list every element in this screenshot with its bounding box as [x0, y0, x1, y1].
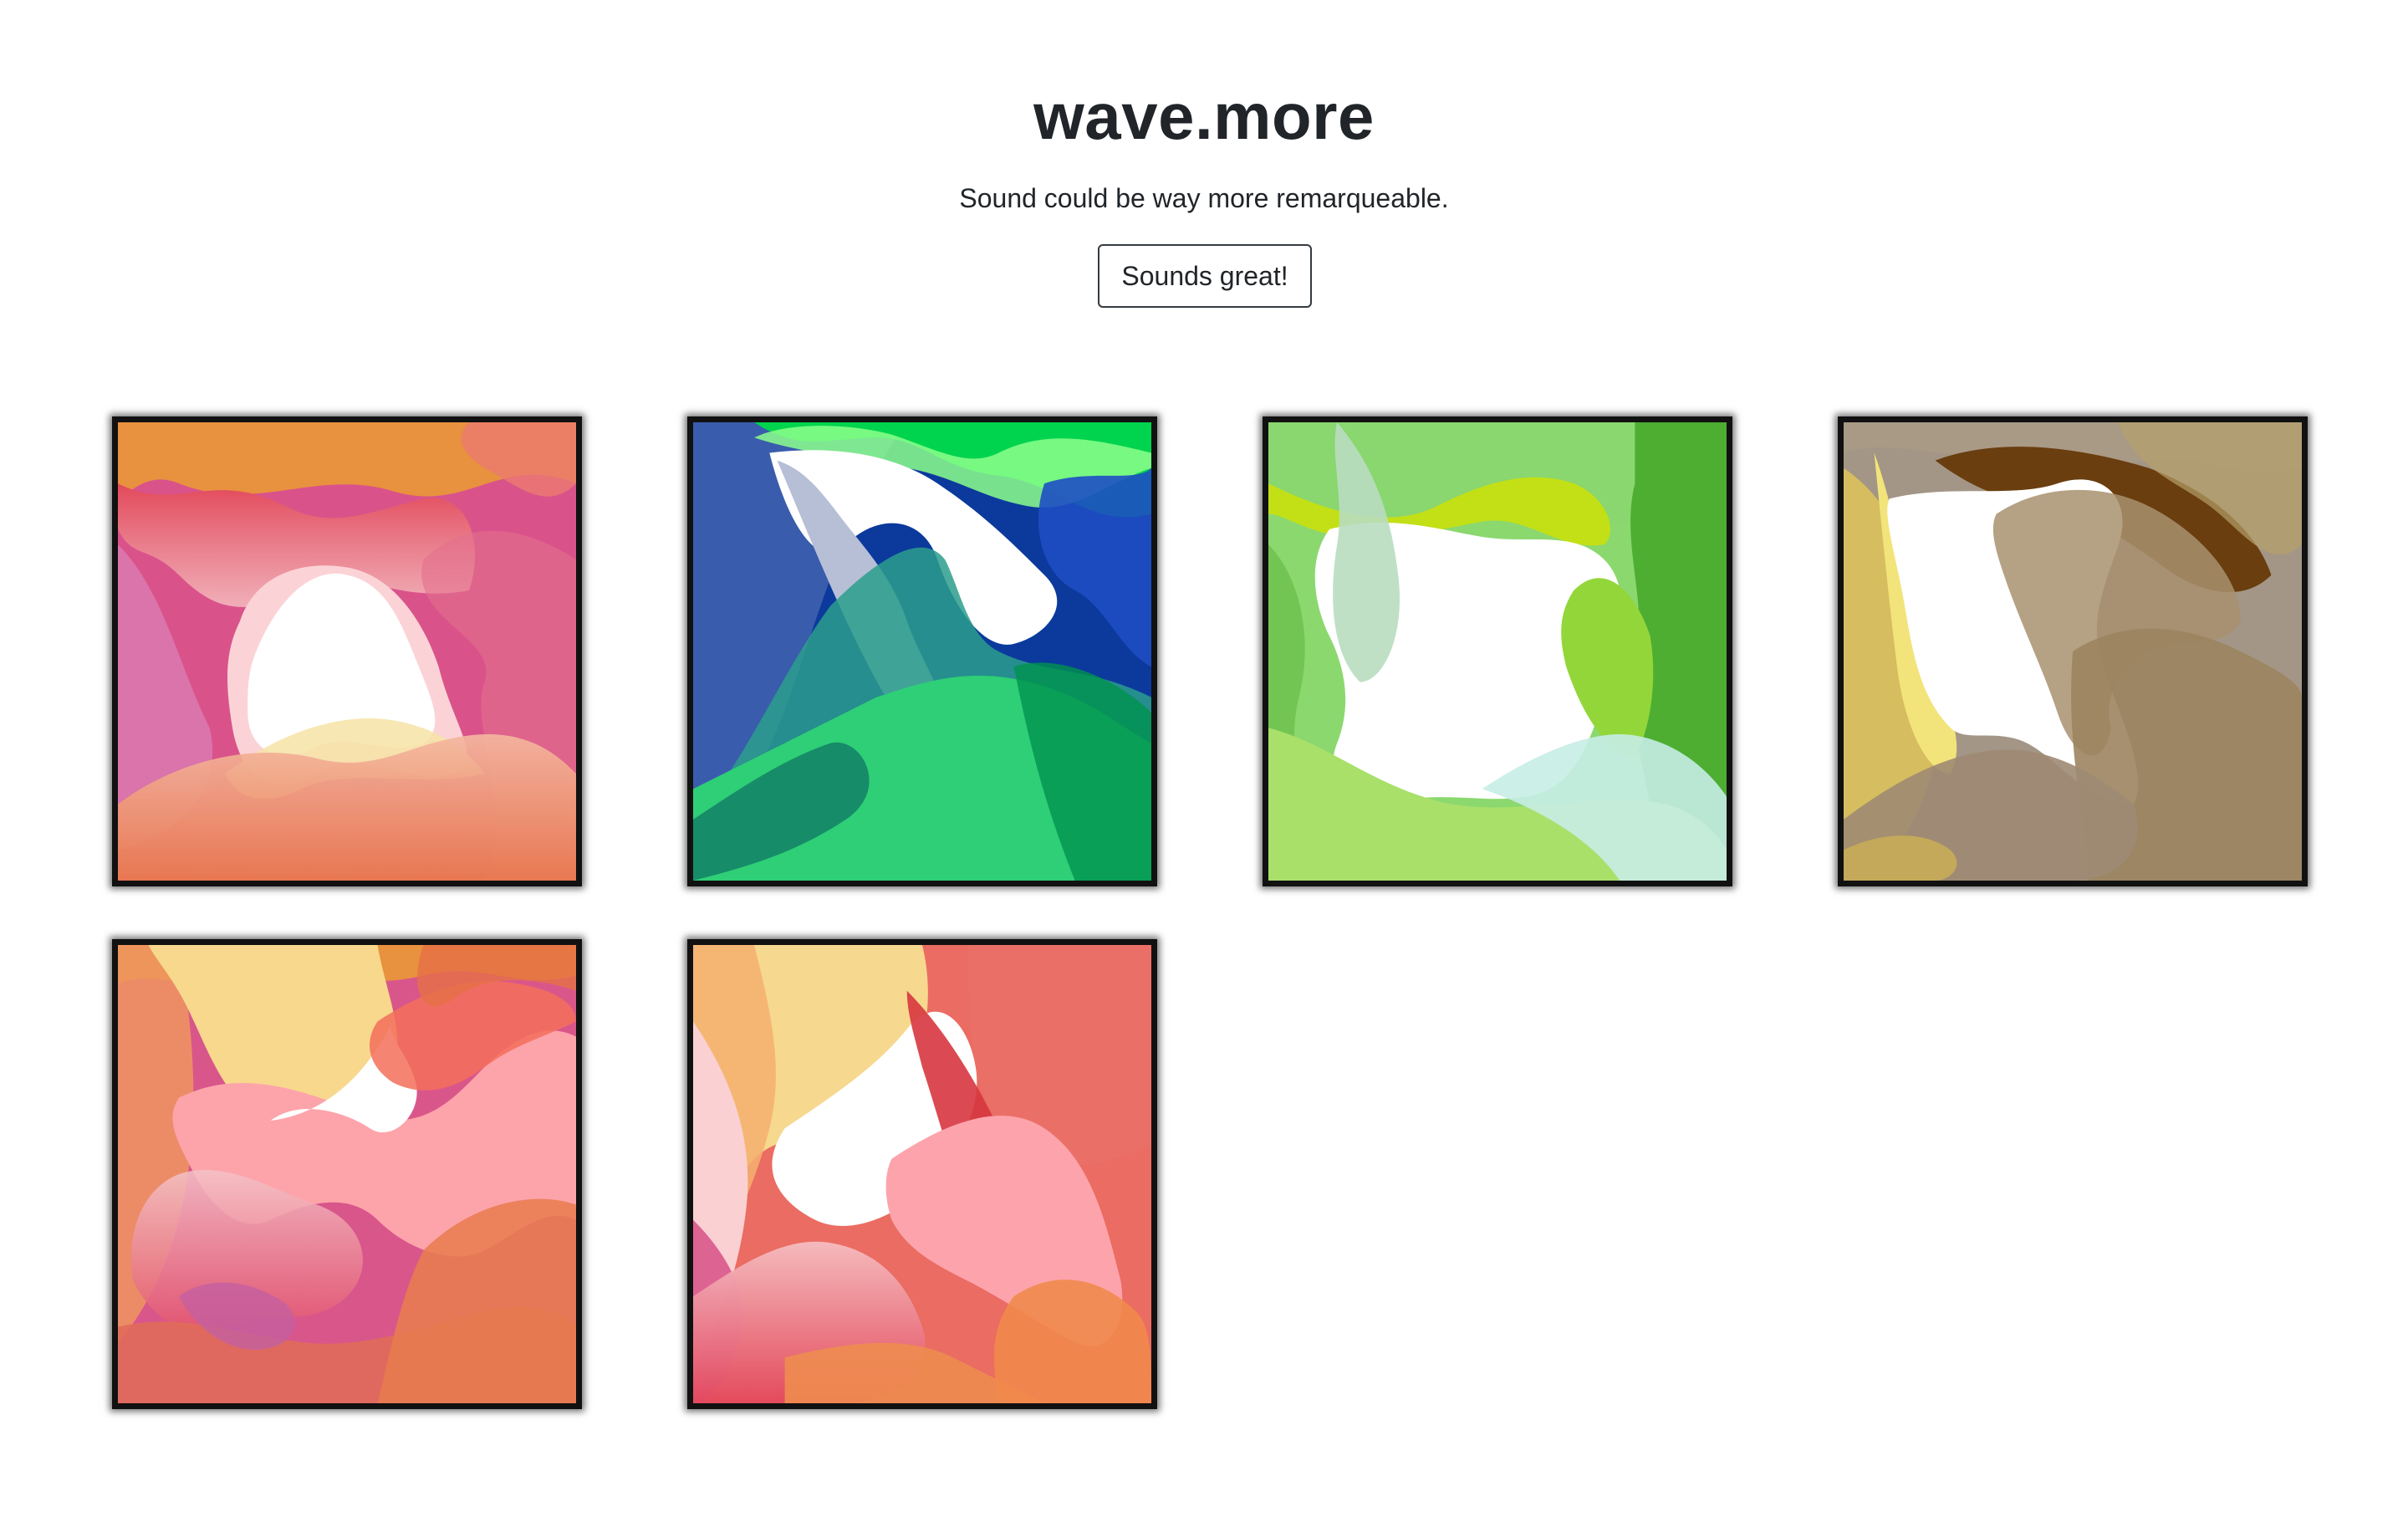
sounds-great-button[interactable]: Sounds great!: [1098, 244, 1312, 308]
wave-tile-blue-green[interactable]: [687, 416, 1157, 886]
wave-artwork: [1844, 422, 2302, 881]
wave-tile-brown-gold[interactable]: [1838, 416, 2308, 886]
wave-tile-coral-yellow[interactable]: [112, 939, 582, 1409]
wave-artwork: [118, 945, 576, 1403]
wave-artwork: [693, 945, 1151, 1403]
wave-tile-red-peach[interactable]: [687, 939, 1157, 1409]
wave-artwork: [1268, 422, 1727, 881]
wave-tile-lime-green[interactable]: [1263, 416, 1732, 886]
wave-tile-pink-orange[interactable]: [112, 416, 582, 886]
wave-artwork: [118, 422, 576, 881]
page-subtitle: Sound could be way more remarqueable.: [959, 183, 1449, 213]
wave-artwork: [693, 422, 1151, 881]
page-title: wave.more: [1033, 79, 1375, 153]
